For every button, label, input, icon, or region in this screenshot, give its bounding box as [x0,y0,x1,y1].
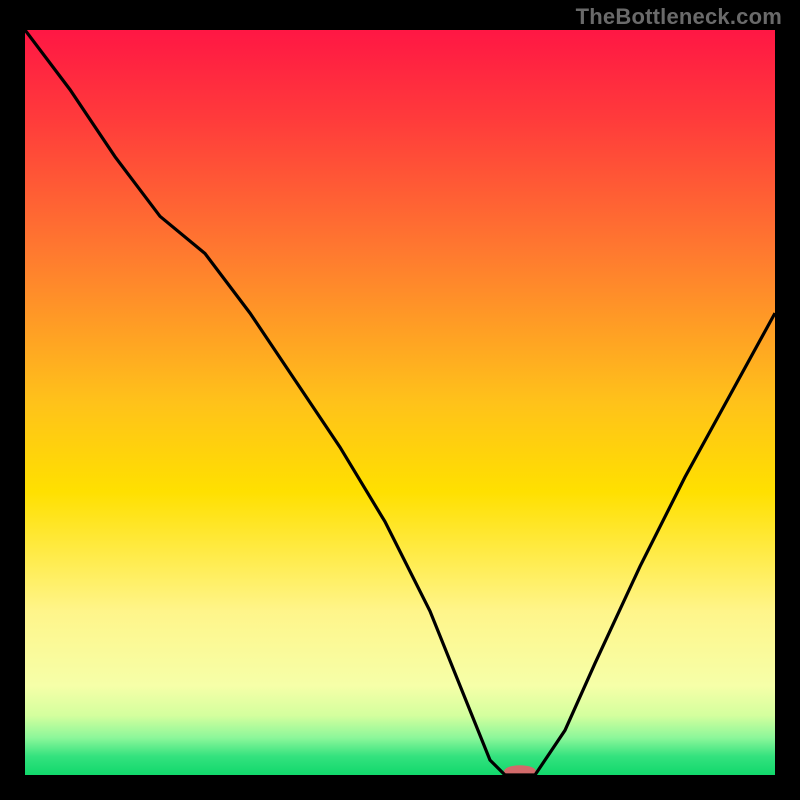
plot-area [25,30,775,777]
optimum-marker [504,765,536,777]
chart-svg [0,0,800,800]
gradient-background [25,30,775,775]
chart-frame: TheBottleneck.com [0,0,800,800]
